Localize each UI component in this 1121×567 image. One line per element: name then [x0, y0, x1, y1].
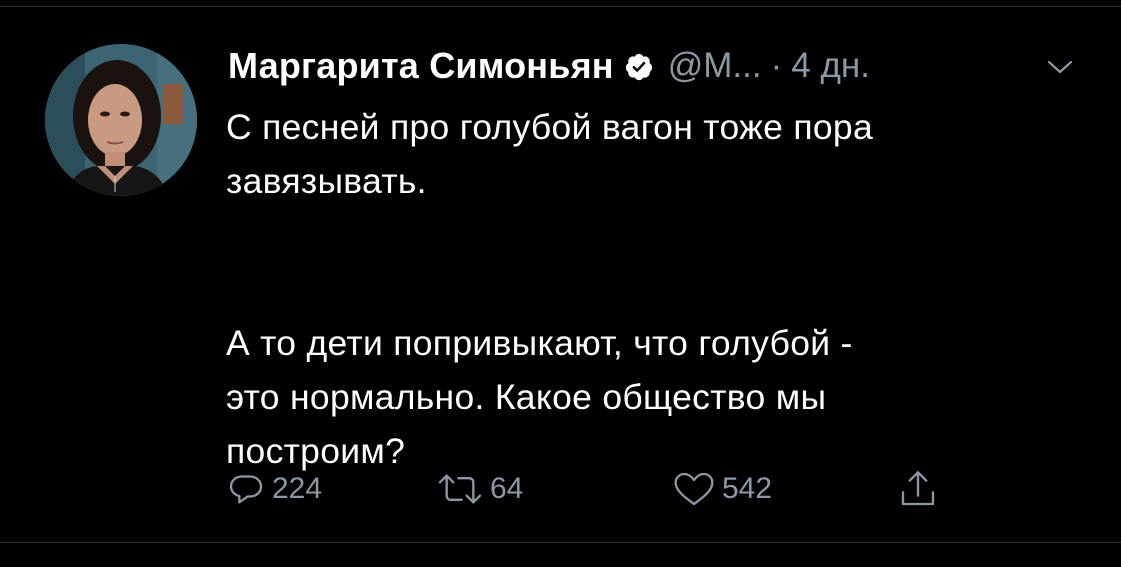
share-button[interactable] — [898, 466, 938, 512]
tweet-time[interactable]: 4 дн. — [791, 46, 870, 86]
tweet-text-line: это нормально. Какое общество мы — [226, 377, 827, 417]
tweet-header: Маргарита Симоньян @М... · 4 дн. — [228, 42, 870, 90]
tweet-text-line: А то дети попривыкают, что голубой - — [226, 323, 853, 363]
reply-icon — [226, 469, 266, 509]
retweet-button[interactable]: 64 — [436, 466, 523, 512]
tweet-actions: 224 64 542 — [226, 466, 986, 512]
tweet[interactable]: Маргарита Симоньян @М... · 4 дн. С песне… — [0, 0, 1121, 567]
like-button[interactable]: 542 — [672, 466, 772, 512]
reply-button[interactable]: 224 — [226, 466, 322, 512]
author-name[interactable]: Маргарита Симоньян — [228, 45, 614, 87]
retweet-count: 64 — [490, 472, 524, 505]
share-icon — [898, 467, 938, 511]
tweet-text: С песней про голубой вагон тоже пора зав… — [226, 100, 1086, 478]
author-handle[interactable]: @М... — [668, 46, 762, 86]
verified-badge-icon — [624, 52, 654, 82]
retweet-icon — [436, 469, 484, 509]
chevron-down-icon[interactable] — [1046, 58, 1074, 76]
avatar[interactable] — [45, 44, 197, 196]
bottom-divider — [0, 542, 1121, 543]
heart-icon — [672, 469, 716, 509]
tweet-text-line: С песней про голубой вагон тоже пора — [226, 107, 873, 147]
reply-count: 224 — [272, 472, 323, 505]
separator-dot: · — [770, 46, 783, 85]
tweet-text-line: завязывать. — [226, 161, 427, 201]
like-count: 542 — [722, 472, 773, 505]
